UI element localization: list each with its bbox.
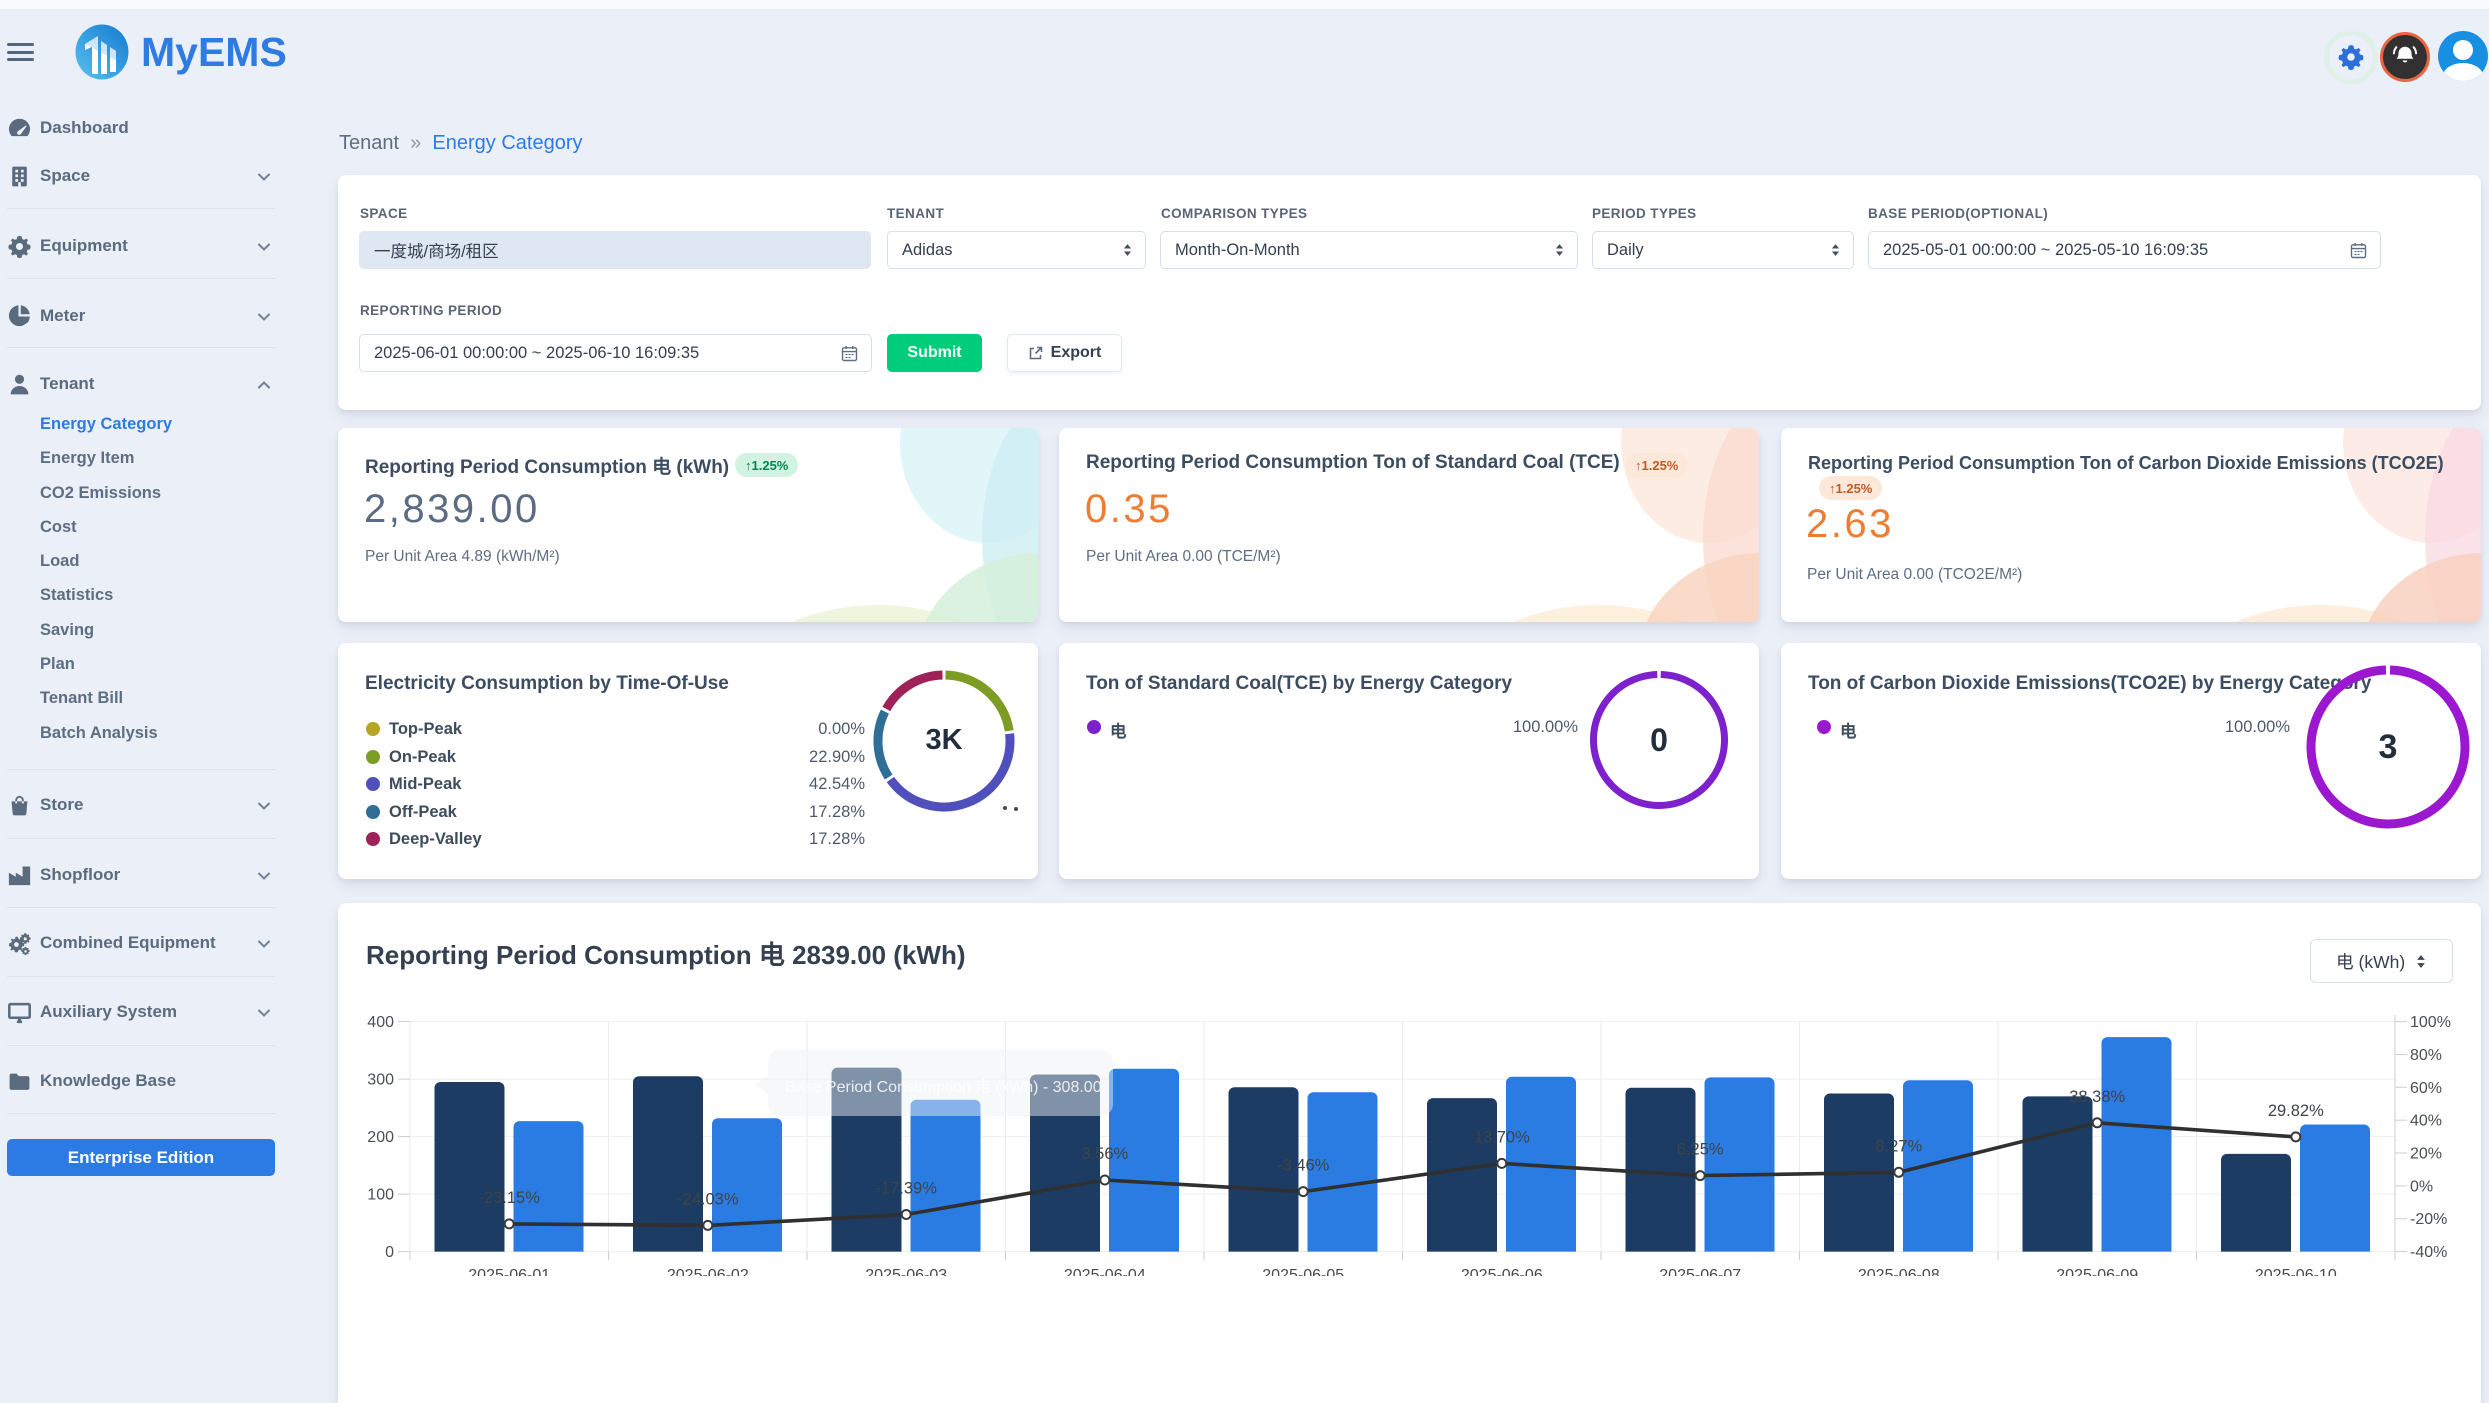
- svg-text:-20%: -20%: [2410, 1211, 2447, 1228]
- svg-text:2025-06-02: 2025-06-02: [667, 1267, 749, 1276]
- svg-text:2025-06-10: 2025-06-10: [2255, 1267, 2337, 1276]
- svg-text:13.70%: 13.70%: [1474, 1128, 1530, 1146]
- svg-text:-24.03%: -24.03%: [677, 1190, 739, 1208]
- svg-text:100%: 100%: [2410, 1014, 2451, 1031]
- svg-text:100: 100: [367, 1187, 394, 1204]
- svg-text:400: 400: [367, 1014, 394, 1031]
- svg-text:0%: 0%: [2410, 1178, 2433, 1195]
- svg-text:29.82%: 29.82%: [2268, 1102, 2324, 1120]
- svg-text:-40%: -40%: [2410, 1244, 2447, 1261]
- svg-text:2025-06-01: 2025-06-01: [468, 1267, 550, 1276]
- svg-text:20%: 20%: [2410, 1146, 2442, 1163]
- svg-text:38.38%: 38.38%: [2069, 1088, 2125, 1106]
- svg-text:2025-06-06: 2025-06-06: [1461, 1267, 1543, 1276]
- svg-text:8.27%: 8.27%: [1875, 1137, 1922, 1155]
- svg-text:300: 300: [367, 1072, 394, 1089]
- svg-text:80%: 80%: [2410, 1047, 2442, 1064]
- svg-text:0: 0: [385, 1244, 394, 1261]
- svg-text:2025-06-07: 2025-06-07: [1659, 1267, 1741, 1276]
- svg-text:Base Period Consumption 电 (kWh: Base Period Consumption 电 (kWh) - 308.00: [785, 1078, 1102, 1096]
- svg-text:2025-06-03: 2025-06-03: [865, 1267, 947, 1276]
- svg-text:2025-06-08: 2025-06-08: [1858, 1267, 1940, 1276]
- svg-text:-17.39%: -17.39%: [875, 1180, 937, 1198]
- svg-text:-23.15%: -23.15%: [478, 1189, 540, 1207]
- svg-text:2025-06-09: 2025-06-09: [2056, 1267, 2138, 1276]
- svg-text:200: 200: [367, 1129, 394, 1146]
- svg-text:3.56%: 3.56%: [1081, 1145, 1128, 1163]
- svg-text:2025-06-05: 2025-06-05: [1262, 1267, 1344, 1276]
- svg-text:40%: 40%: [2410, 1113, 2442, 1130]
- svg-text:-3.46%: -3.46%: [1277, 1157, 1330, 1175]
- svg-text:2025-06-04: 2025-06-04: [1064, 1267, 1146, 1276]
- svg-text:60%: 60%: [2410, 1080, 2442, 1097]
- svg-text:6.25%: 6.25%: [1677, 1141, 1724, 1159]
